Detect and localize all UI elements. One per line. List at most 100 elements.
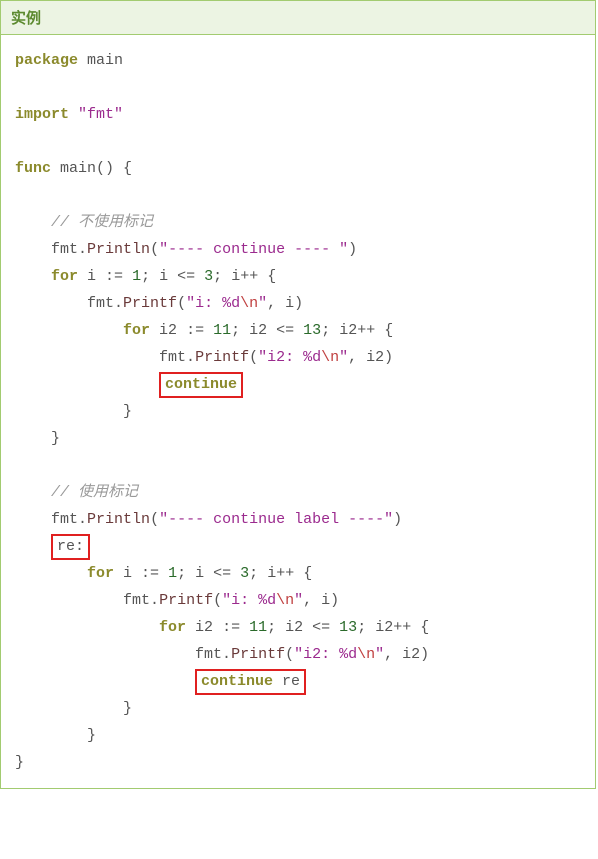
sp8 — [330, 619, 339, 636]
header-title: 实例 — [11, 10, 41, 27]
n3: 3 — [204, 268, 213, 285]
i2d: i2 — [276, 619, 312, 636]
for3: for — [87, 565, 114, 582]
i2pp2: i2++ — [366, 619, 420, 636]
esc1: \n — [240, 295, 258, 312]
le3: <= — [213, 565, 231, 582]
i2b: i2 — [240, 322, 276, 339]
stri2b: "i2: %d — [294, 646, 357, 663]
highlight-continue-1: continue — [159, 372, 243, 398]
strc3: " — [294, 592, 303, 609]
n1b: 1 — [168, 565, 177, 582]
ci2b: , i2 — [384, 646, 420, 663]
sp5 — [159, 565, 168, 582]
bo2: { — [384, 322, 393, 339]
code-block: package main import "fmt" func main() { … — [1, 35, 595, 788]
asg2: := — [186, 322, 204, 339]
p2: ( — [177, 295, 186, 312]
i2pp1: i2++ — [330, 322, 384, 339]
n11b: 11 — [249, 619, 267, 636]
fmt6: fmt — [195, 646, 222, 663]
func-name: main — [51, 160, 96, 177]
pkg-name: main — [78, 52, 123, 69]
esc2: \n — [321, 349, 339, 366]
s4: ; — [321, 322, 330, 339]
s2: ; — [213, 268, 222, 285]
i1: i — [78, 268, 105, 285]
cont-re-id: re — [273, 673, 300, 690]
ci3: , i — [303, 592, 330, 609]
dot5: . — [150, 592, 159, 609]
bc3: } — [123, 700, 132, 717]
stri2a: "i2: %d — [258, 349, 321, 366]
p4: ( — [150, 511, 159, 528]
p1: ( — [150, 241, 159, 258]
func-parens: () — [96, 160, 114, 177]
bo3: { — [303, 565, 312, 582]
s3: ; — [231, 322, 240, 339]
printf4: Printf — [231, 646, 285, 663]
i2: i — [150, 268, 177, 285]
sp7 — [240, 619, 249, 636]
asg3: := — [141, 565, 159, 582]
ci2a: , i2 — [348, 349, 384, 366]
pc2: ) — [294, 295, 303, 312]
strc1: " — [258, 295, 267, 312]
stri3: "i: %d — [222, 592, 276, 609]
esc3: \n — [276, 592, 294, 609]
s1: ; — [141, 268, 150, 285]
n13b: 13 — [339, 619, 357, 636]
s7: ; — [267, 619, 276, 636]
example-header: 实例 — [1, 1, 595, 35]
pc3: ) — [384, 349, 393, 366]
asg1: := — [105, 268, 123, 285]
i2c: i2 — [186, 619, 222, 636]
highlight-re-label: re: — [51, 534, 90, 560]
fmt3: fmt — [159, 349, 186, 366]
dot2: . — [114, 295, 123, 312]
comment-1: // 不使用标记 — [51, 214, 153, 231]
n1: 1 — [132, 268, 141, 285]
kw-func: func — [15, 160, 51, 177]
printf3: Printf — [159, 592, 213, 609]
strc4: " — [375, 646, 384, 663]
le4: <= — [312, 619, 330, 636]
pc4: ) — [393, 511, 402, 528]
kw-import: import — [15, 106, 69, 123]
re-name: re — [57, 538, 75, 555]
example-container: 实例 package main import "fmt" func main()… — [0, 0, 596, 789]
n11: 11 — [213, 322, 231, 339]
esc4: \n — [357, 646, 375, 663]
le2: <= — [276, 322, 294, 339]
ipp1: i++ — [222, 268, 267, 285]
p6: ( — [285, 646, 294, 663]
n3b: 3 — [240, 565, 249, 582]
stri1: "i: %d — [186, 295, 240, 312]
re-colon: : — [75, 538, 84, 555]
cont-re-kw: continue — [201, 673, 273, 690]
println2: Println — [87, 511, 150, 528]
dot1: . — [78, 241, 87, 258]
bc1: } — [123, 403, 132, 420]
comment-2: // 使用标记 — [51, 484, 138, 501]
printf2: Printf — [195, 349, 249, 366]
dot6: . — [222, 646, 231, 663]
fmt2: fmt — [87, 295, 114, 312]
highlight-continue-re: continue re — [195, 669, 306, 695]
kw-package: package — [15, 52, 78, 69]
s8: ; — [357, 619, 366, 636]
for1: for — [51, 268, 78, 285]
brace-open: { — [114, 160, 132, 177]
import-val: "fmt" — [78, 106, 123, 123]
i4: i — [186, 565, 213, 582]
dot3: . — [186, 349, 195, 366]
bc5: } — [15, 754, 24, 771]
println1: Println — [87, 241, 150, 258]
asg4: := — [222, 619, 240, 636]
pc1: ) — [348, 241, 357, 258]
sp6 — [231, 565, 240, 582]
bc4: } — [87, 727, 96, 744]
p5: ( — [213, 592, 222, 609]
sp2 — [195, 268, 204, 285]
fmt5: fmt — [123, 592, 150, 609]
